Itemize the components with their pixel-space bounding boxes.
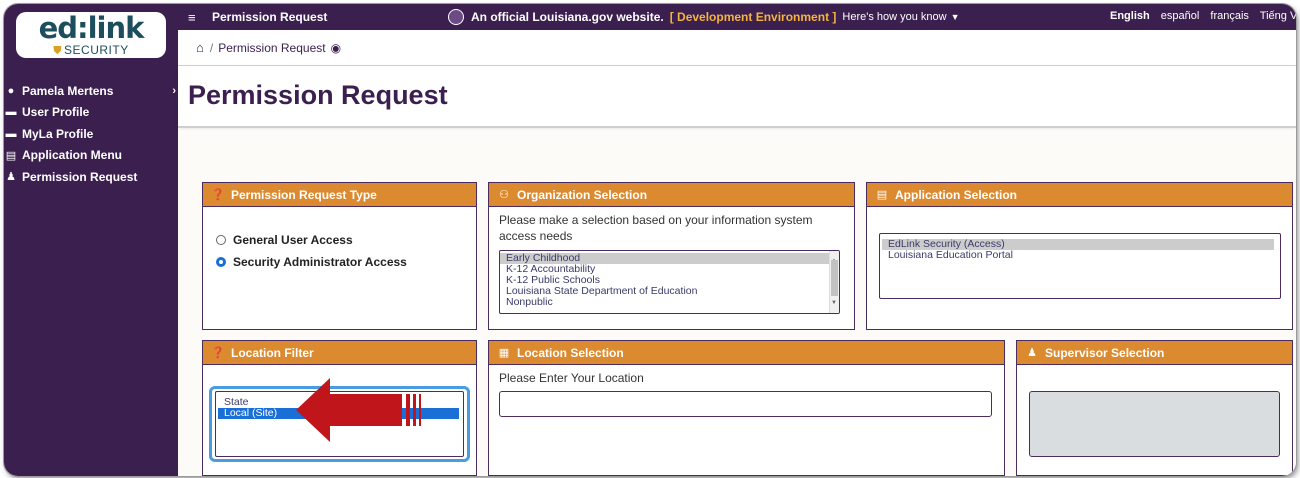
sidebar-item-user-profile[interactable]: ▬ User Profile <box>4 102 178 124</box>
panel-title: Supervisor Selection <box>1045 345 1165 360</box>
shield-icon: ⛊ <box>53 45 63 57</box>
how-you-know-link[interactable]: Here's how you know <box>842 11 946 23</box>
panel-header: ♟ Supervisor Selection <box>1017 341 1292 365</box>
app-window: ed:link ⛊ SECURITY ● Pamela Mertens › ▬ U… <box>4 4 1296 476</box>
state-seal-icon <box>448 9 464 25</box>
location-instruction: Please Enter Your Location <box>499 371 644 385</box>
official-text: An official Louisiana.gov website. <box>471 10 664 24</box>
user-key-icon: ♟ <box>6 171 16 184</box>
panel-header: ▦ Location Selection <box>489 341 1004 365</box>
organization-listbox[interactable]: Early Childhood K-12 Accountability K-12… <box>499 250 840 314</box>
breadcrumb-current: Permission Request <box>218 40 326 55</box>
question-circle-icon: ❓ <box>211 347 225 359</box>
sidebar-item-user[interactable]: ● Pamela Mertens › <box>4 80 178 102</box>
panel-body: Please make a selection based on your in… <box>489 207 854 314</box>
panel-organization: ⚇ Organization Selection Please make a s… <box>488 182 855 330</box>
sidebar-item-application-menu[interactable]: ▤ Application Menu <box>4 145 178 167</box>
breadcrumb-separator: / <box>209 40 214 55</box>
sidebar-item-label: Permission Request <box>22 169 138 184</box>
title-area: Permission Request <box>178 66 1296 128</box>
user-circle-icon: ● <box>7 84 15 97</box>
top-bar: ≡ Permission Request An official Louisia… <box>178 4 1296 30</box>
edlink-logo[interactable]: ed:link ⛊ SECURITY <box>16 12 166 58</box>
sidebar-item-label: Pamela Mertens <box>22 83 114 98</box>
window-icon: ▤ <box>876 189 888 201</box>
sidebar-item-label: Application Menu <box>22 148 122 163</box>
annotation-arrow-icon <box>296 378 421 442</box>
building-icon: ▦ <box>498 347 510 359</box>
radio-security-admin[interactable]: Security Administrator Access <box>216 251 466 273</box>
chevron-right-icon: › <box>172 84 176 97</box>
window-icon: ▤ <box>5 149 17 162</box>
sidebar: ed:link ⛊ SECURITY ● Pamela Mertens › ▬ U… <box>4 4 178 476</box>
lang-francais[interactable]: français <box>1210 10 1249 22</box>
radio-general-user[interactable]: General User Access <box>216 229 466 251</box>
eye-icon[interactable]: ◉ <box>331 41 341 55</box>
panel-header: ▤ Application Selection <box>867 183 1292 207</box>
panel-body: General User Access Security Administrat… <box>203 207 476 279</box>
radio-label: General User Access <box>233 233 353 247</box>
panel-body: Please Enter Your Location <box>489 365 1004 417</box>
environment-badge: [ Development Environment ] <box>669 10 837 24</box>
radio-button[interactable] <box>216 235 226 245</box>
menu-icon[interactable]: ≡ <box>188 10 196 25</box>
id-card-icon: ▬ <box>5 106 17 119</box>
scroll-down-icon[interactable]: ▼ <box>831 295 837 311</box>
logo-subtitle: ⛊ SECURITY <box>16 43 166 58</box>
radio-label: Security Administrator Access <box>233 255 407 269</box>
chevron-down-icon[interactable]: ▼ <box>951 12 960 22</box>
sidebar-item-permission-request[interactable]: ♟ Permission Request <box>4 166 178 188</box>
panel-title: Location Selection <box>517 345 624 360</box>
panel-header: ❓ Location Filter <box>203 341 476 365</box>
sidebar-item-label: MyLa Profile <box>22 126 94 141</box>
sidebar-item-myla-profile[interactable]: ▬ MyLa Profile <box>4 123 178 145</box>
logo-subtitle-text: SECURITY <box>64 43 129 57</box>
user-icon: ♟ <box>1027 347 1037 359</box>
scroll-thumb[interactable] <box>831 260 838 296</box>
lang-vietnamese[interactable]: Tiếng Việt <box>1260 10 1296 22</box>
official-banner: An official Louisiana.gov website. [ Dev… <box>448 9 960 25</box>
lang-english[interactable]: English <box>1110 10 1150 22</box>
sitemap-icon: ⚇ <box>499 189 509 201</box>
location-input[interactable] <box>499 391 992 417</box>
home-icon[interactable]: ⌂ <box>196 40 204 55</box>
top-bar-title: Permission Request <box>212 10 328 24</box>
supervisor-field[interactable] <box>1029 391 1280 457</box>
panel-title: Permission Request Type <box>231 187 377 202</box>
organization-instruction: Please make a selection based on your in… <box>499 213 813 243</box>
list-option[interactable]: Nonpublic <box>500 297 839 308</box>
radio-button[interactable] <box>216 257 226 267</box>
panel-location-selection: ▦ Location Selection Please Enter Your L… <box>488 340 1005 476</box>
sidebar-item-label: User Profile <box>22 105 90 120</box>
id-card-icon: ▬ <box>5 127 17 140</box>
question-circle-icon: ❓ <box>211 189 225 201</box>
language-links: English español français Tiếng Việt <box>1110 10 1296 22</box>
application-listbox[interactable]: EdLink Security (Access) Louisiana Educa… <box>879 233 1281 299</box>
panel-title: Location Filter <box>231 345 314 360</box>
panel-title: Organization Selection <box>517 187 648 202</box>
panel-supervisor: ♟ Supervisor Selection <box>1016 340 1293 476</box>
panel-body: EdLink Security (Access) Louisiana Educa… <box>867 207 1292 299</box>
list-option[interactable]: Louisiana Education Portal <box>882 250 1280 261</box>
panel-request-type: ❓ Permission Request Type General User A… <box>202 182 477 330</box>
page-title: Permission Request <box>188 80 448 110</box>
listbox-scrollbar[interactable]: ▲ ▼ <box>829 251 839 313</box>
panel-title: Application Selection <box>895 187 1018 202</box>
side-nav: ● Pamela Mertens › ▬ User Profile ▬ MyLa… <box>4 80 178 188</box>
lang-espanol[interactable]: español <box>1161 10 1200 22</box>
breadcrumb: ⌂ / Permission Request ◉ <box>178 30 1296 66</box>
panel-header: ❓ Permission Request Type <box>203 183 476 207</box>
panel-application: ▤ Application Selection EdLink Security … <box>866 182 1293 330</box>
logo-wordmark: ed:link <box>38 11 145 45</box>
panel-header: ⚇ Organization Selection <box>489 183 854 207</box>
panel-body <box>1017 365 1292 457</box>
